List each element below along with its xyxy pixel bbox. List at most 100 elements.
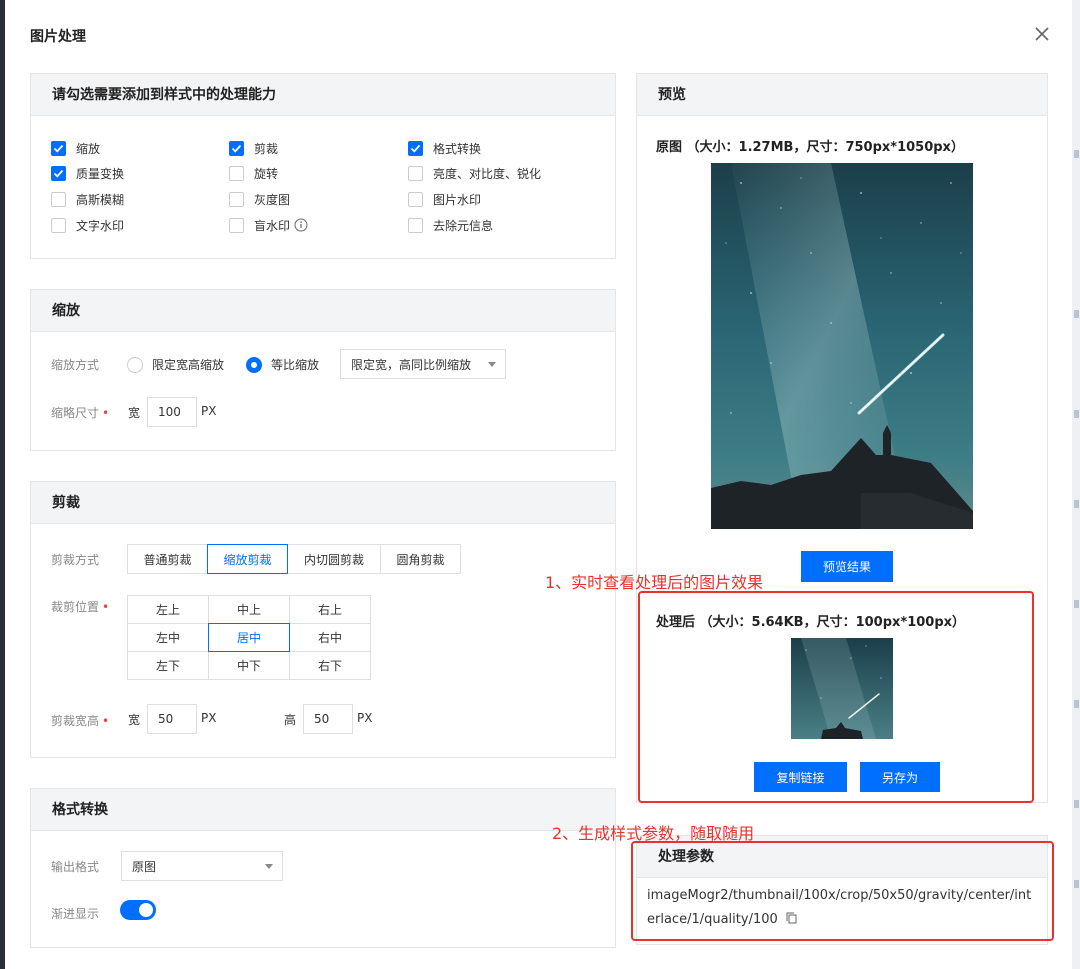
progressive-toggle[interactable] <box>120 900 156 920</box>
checkbox-empty-icon <box>408 165 423 181</box>
checkbox-empty-icon <box>229 217 244 233</box>
crop-height-unit: PX <box>357 711 373 725</box>
scale-ratio-select[interactable]: 限定宽，高同比例缩放 <box>340 349 506 379</box>
capability-checkbox[interactable]: 缩放 <box>51 140 100 156</box>
crop-method-segmented: 普通剪裁 缩放剪裁 内切圆剪裁 圆角剪裁 <box>127 544 461 574</box>
crop-position-cell[interactable]: 左中 <box>127 623 209 652</box>
crop-height-label: 高 <box>284 713 297 727</box>
capability-label: 去除元信息 <box>433 218 494 233</box>
info-icon[interactable] <box>294 218 308 232</box>
scale-width-unit: PX <box>201 404 217 418</box>
checkbox-empty-icon <box>229 191 244 207</box>
capability-checkbox[interactable]: 亮度、对比度、锐化 <box>408 165 541 181</box>
scale-option-fixed[interactable]: 限定宽高缩放 <box>127 356 224 373</box>
capability-label: 缩放 <box>76 141 101 156</box>
capability-checkbox[interactable]: 旋转 <box>229 165 278 181</box>
format-output-select[interactable]: 原图 <box>121 851 283 881</box>
crop-position-cell[interactable]: 左上 <box>127 595 209 624</box>
checkbox-checked-icon <box>408 140 423 156</box>
crop-width-value: 50 <box>158 712 174 726</box>
checkbox-empty-icon <box>229 165 244 181</box>
chevron-down-icon <box>488 362 496 367</box>
capability-checkbox[interactable]: 灰度图 <box>229 191 290 207</box>
capability-label: 质量变换 <box>76 166 125 181</box>
progressive-label: 渐进显示 <box>51 907 100 921</box>
crop-height-value: 50 <box>314 712 330 726</box>
scale-option-ratio-label: 等比缩放 <box>271 358 320 372</box>
checkbox-empty-icon <box>408 217 423 233</box>
preview-title: 预览 <box>637 74 1047 116</box>
format-output-value: 原图 <box>132 859 157 874</box>
crop-title: 剪裁 <box>31 482 615 524</box>
scale-option-fixed-label: 限定宽高缩放 <box>152 358 225 372</box>
close-icon[interactable] <box>1034 26 1050 42</box>
capability-checkbox[interactable]: 高斯模糊 <box>51 191 124 207</box>
crop-method-option[interactable]: 圆角剪裁 <box>380 544 461 574</box>
format-output-label: 输出格式 <box>51 860 100 874</box>
checkbox-checked-icon <box>51 165 66 181</box>
night-sky-image <box>711 163 973 529</box>
crop-position-cell[interactable]: 右下 <box>289 651 371 680</box>
capability-label: 高斯模糊 <box>76 192 125 207</box>
original-caption: 原图 （大小：1.27MB，尺寸：750px*1050px） <box>656 140 964 155</box>
capability-checkbox[interactable]: 格式转换 <box>408 140 481 156</box>
crop-position-cell[interactable]: 左下 <box>127 651 209 680</box>
capability-checkbox[interactable]: 去除元信息 <box>408 217 493 233</box>
crop-method-label: 剪裁方式 <box>51 553 100 567</box>
crop-size-label: 剪裁宽高 • <box>51 714 110 728</box>
scale-width-label: 宽 <box>128 406 141 420</box>
crop-height-input[interactable]: 50 <box>303 704 353 734</box>
capability-label: 格式转换 <box>433 141 482 156</box>
background-window-edge-right <box>1072 0 1080 969</box>
checkbox-checked-icon <box>229 140 244 156</box>
checkbox-checked-icon <box>51 140 66 156</box>
capability-label: 灰度图 <box>254 192 291 207</box>
dialog-title: 图片处理 <box>30 29 86 45</box>
annotation-box-params <box>631 841 1054 941</box>
annotation-generate-params: 2、生成样式参数，随取随用 <box>552 824 755 843</box>
crop-position-cell[interactable]: 居中 <box>208 623 290 652</box>
crop-width-label: 宽 <box>128 713 141 727</box>
checkbox-empty-icon <box>408 191 423 207</box>
capability-checkbox[interactable]: 质量变换 <box>51 165 124 181</box>
format-panel: 格式转换 <box>30 788 616 948</box>
capability-checkbox[interactable]: 盲水印 <box>229 217 308 233</box>
crop-width-input[interactable]: 50 <box>147 704 197 734</box>
radio-circle <box>127 356 143 373</box>
radio-circle-selected <box>246 356 262 373</box>
scale-width-value: 100 <box>158 405 181 419</box>
crop-method-option[interactable]: 普通剪裁 <box>127 544 208 574</box>
crop-width-unit: PX <box>201 711 217 725</box>
crop-method-option[interactable]: 缩放剪裁 <box>207 544 288 574</box>
capability-label: 亮度、对比度、锐化 <box>433 166 542 181</box>
scale-option-ratio[interactable]: 等比缩放 <box>246 356 319 373</box>
crop-method-option[interactable]: 内切圆剪裁 <box>287 544 381 574</box>
original-image <box>711 163 973 529</box>
format-title: 格式转换 <box>31 789 615 831</box>
scale-title: 缩放 <box>31 290 615 332</box>
capability-checkbox[interactable]: 剪裁 <box>229 140 278 156</box>
scale-panel: 缩放 <box>30 289 616 451</box>
toggle-knob <box>139 903 153 917</box>
capability-label: 剪裁 <box>254 141 279 156</box>
crop-position-label: 裁剪位置 • <box>51 600 110 614</box>
crop-position-cell[interactable]: 右上 <box>289 595 371 624</box>
annotation-realtime-preview: 1、实时查看处理后的图片效果 <box>545 573 764 592</box>
checkbox-empty-icon <box>51 217 66 233</box>
checkbox-empty-icon <box>51 191 66 207</box>
preview-result-button[interactable]: 预览结果 <box>801 551 893 582</box>
scale-width-input[interactable]: 100 <box>147 397 197 427</box>
crop-position-cell[interactable]: 右中 <box>289 623 371 652</box>
capabilities-title: 请勾选需要添加到样式中的处理能力 <box>31 74 615 116</box>
crop-position-cell[interactable]: 中上 <box>208 595 290 624</box>
capability-label: 图片水印 <box>433 192 482 207</box>
scale-size-label: 缩略尺寸 • <box>51 406 110 420</box>
capability-label: 旋转 <box>254 166 279 181</box>
capability-label: 文字水印 <box>76 218 125 233</box>
capability-label: 盲水印 <box>254 218 291 233</box>
capability-checkbox[interactable]: 图片水印 <box>408 191 481 207</box>
crop-position-cell[interactable]: 中下 <box>208 651 290 680</box>
scale-method-label: 缩放方式 <box>51 358 100 372</box>
background-window-edge <box>0 0 5 969</box>
capability-checkbox[interactable]: 文字水印 <box>51 217 124 233</box>
